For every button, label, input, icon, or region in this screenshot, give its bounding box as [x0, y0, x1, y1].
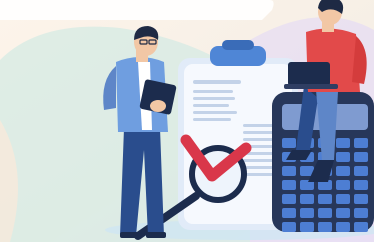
calculator-key: [354, 208, 368, 218]
calculator-key: [282, 180, 296, 190]
calculator-key: [282, 138, 296, 148]
calculator-key: [318, 208, 332, 218]
illustration-svg: [0, 0, 374, 242]
top-tab-shape: [0, 0, 274, 20]
calculator-key: [336, 222, 350, 232]
calculator-key: [300, 208, 314, 218]
calculator-key: [336, 194, 350, 204]
calculator-key: [354, 152, 368, 162]
calculator-key: [318, 222, 332, 232]
calculator-key: [354, 166, 368, 176]
calculator-key: [282, 208, 296, 218]
calculator-key: [354, 180, 368, 190]
calculator-key: [336, 208, 350, 218]
calculator-key: [300, 222, 314, 232]
calculator-key: [354, 194, 368, 204]
calculator-key: [336, 166, 350, 176]
calculator-key: [336, 152, 350, 162]
calculator-key: [354, 138, 368, 148]
calculator-key: [282, 222, 296, 232]
calculator-key: [354, 222, 368, 232]
calculator-key: [336, 138, 350, 148]
calculator-key: [318, 194, 332, 204]
illustration-scene: [0, 0, 374, 242]
calculator-key: [336, 180, 350, 190]
calculator-key: [300, 194, 314, 204]
calculator-key: [282, 194, 296, 204]
laptop-icon: [288, 62, 330, 86]
calculator-key: [282, 166, 296, 176]
